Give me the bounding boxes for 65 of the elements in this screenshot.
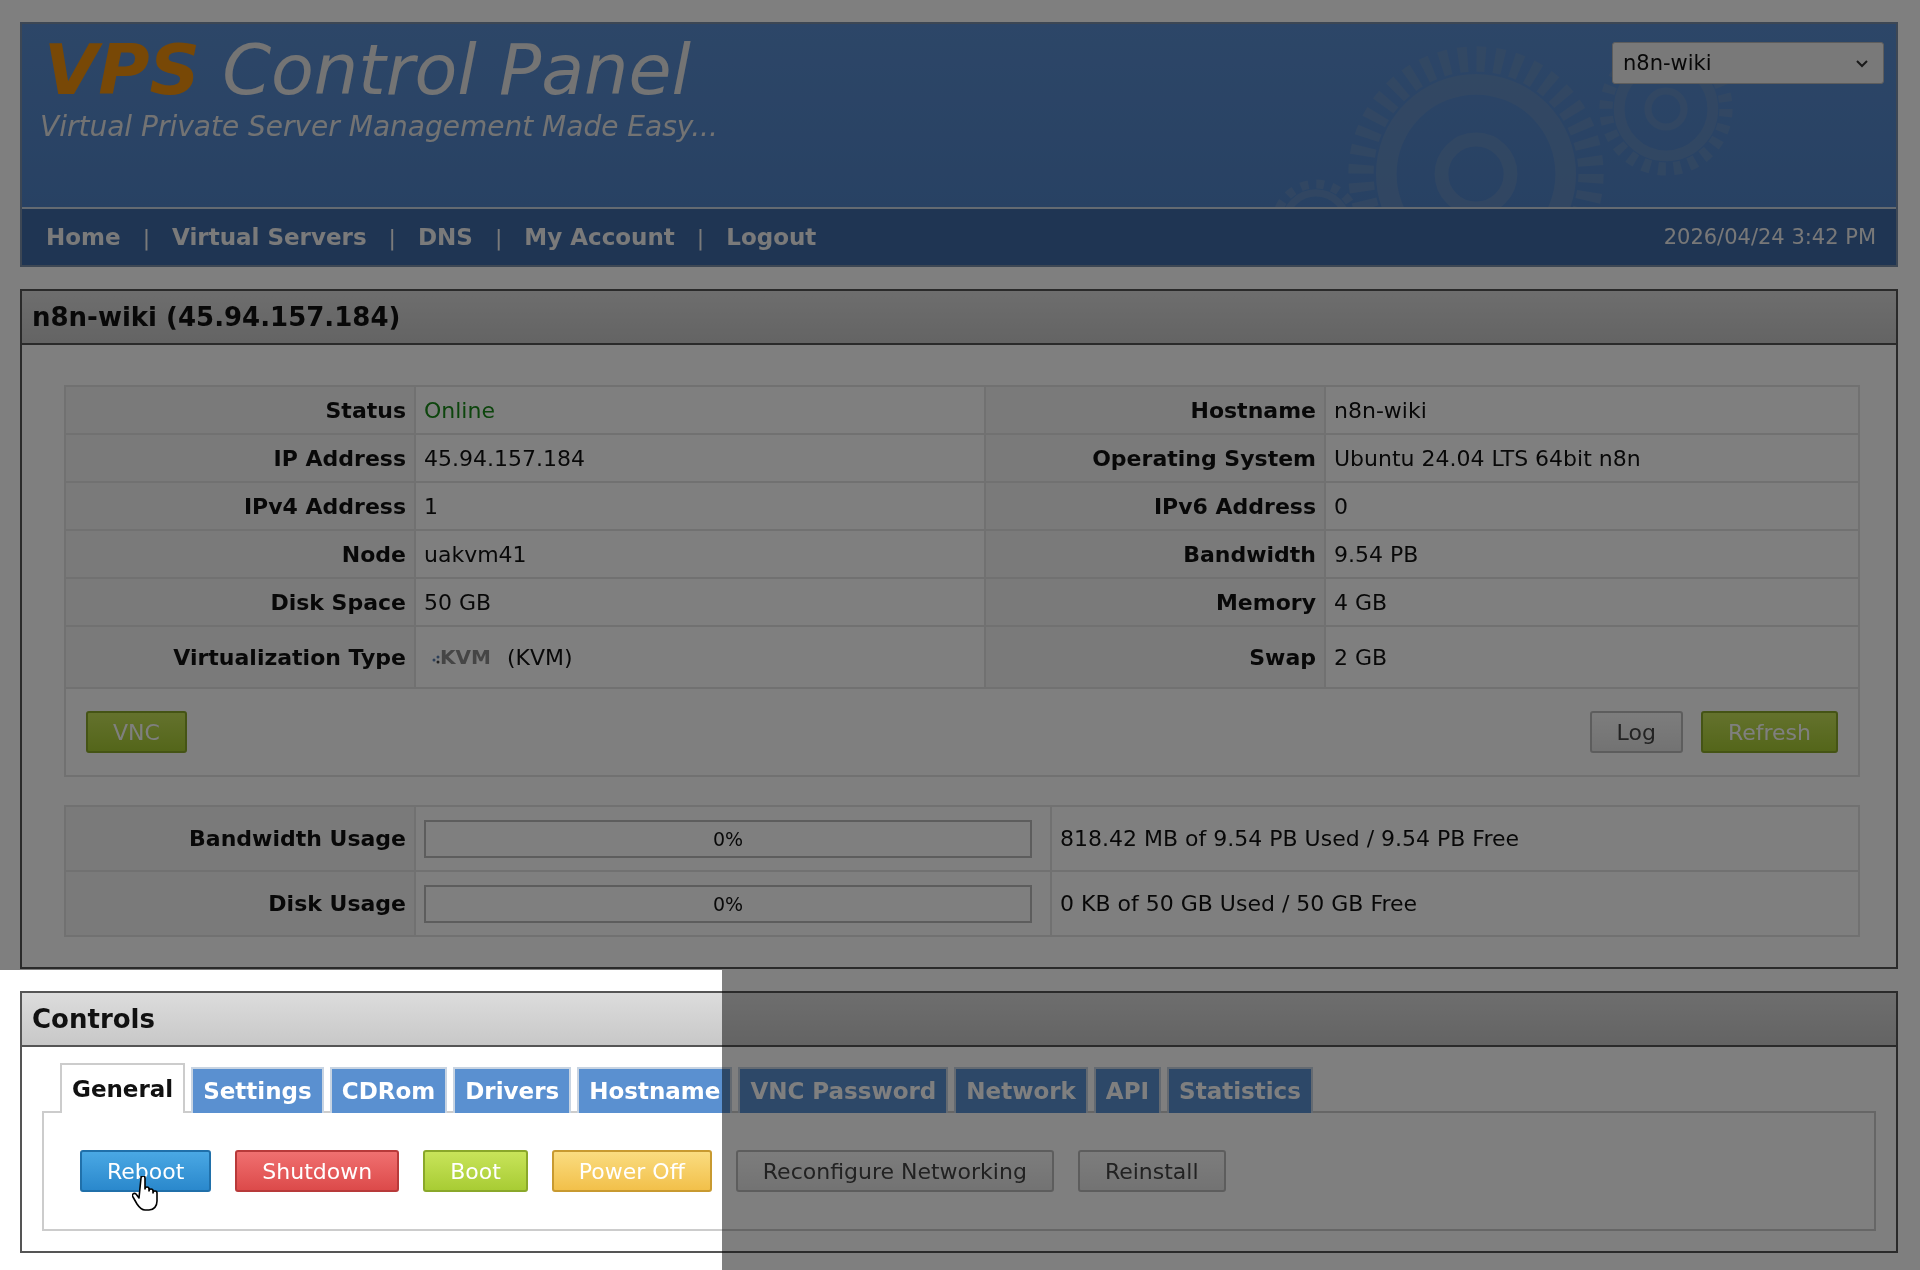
success-button[interactable]: Boot <box>423 1150 528 1192</box>
success-button[interactable]: VNC <box>86 711 187 753</box>
field-label: IPv6 Address <box>1153 493 1316 519</box>
panel-title: Controls <box>22 993 1896 1047</box>
nav-separator: | <box>696 224 705 250</box>
field-label: Swap <box>1249 644 1316 670</box>
site-tagline: Virtual Private Server Management Made Easy... <box>40 109 718 143</box>
nav-link[interactable]: Home <box>46 224 121 250</box>
tab[interactable]: Statistics <box>1167 1067 1313 1113</box>
tab[interactable]: API <box>1093 1067 1162 1113</box>
progress-percent: 0% <box>712 827 744 850</box>
nav-separator: | <box>494 224 503 250</box>
site-logo: VPS Control Panel <box>44 34 691 108</box>
tab[interactable]: Drivers <box>453 1067 572 1113</box>
nav-link[interactable]: My Account <box>524 224 675 250</box>
cell-value: 4 GB <box>1334 589 1388 615</box>
field-label: Disk Usage <box>268 891 406 916</box>
cell-value: (KVM) <box>506 644 573 670</box>
cell-value: uakvm41 <box>424 541 527 567</box>
primary-button[interactable]: Reboot <box>80 1150 212 1192</box>
chevron-down-icon <box>1855 58 1869 68</box>
panel-title: n8n-wiki (45.94.157.184) <box>22 291 1896 345</box>
field-label: Bandwidth Usage <box>189 826 406 851</box>
field-label: Operating System <box>1092 445 1316 471</box>
cell-value: 1 <box>424 493 438 519</box>
warning-button[interactable]: Power Off <box>551 1150 712 1192</box>
nav-separator: | <box>388 224 396 250</box>
field-label: Bandwidth <box>1183 541 1316 567</box>
tab[interactable]: VNC Password <box>738 1067 949 1113</box>
nav-link[interactable]: Virtual Servers <box>172 224 367 250</box>
server-select[interactable]: n8n-wiki <box>1612 42 1884 84</box>
nav-separator: | <box>142 224 151 250</box>
usage-detail: 0 KB of 50 GB Used / 50 GB Free <box>1060 891 1418 916</box>
tab[interactable]: Network <box>954 1067 1088 1113</box>
field-label: Virtualization Type <box>173 644 406 670</box>
field-label: IP Address <box>273 445 406 471</box>
field-label: Memory <box>1215 589 1316 615</box>
cell-value: 0 <box>1334 493 1348 519</box>
button[interactable]: Reconfigure Networking <box>735 1150 1054 1192</box>
field-label: Disk Space <box>270 589 406 615</box>
date-time: 2026/04/24 3:42 PM <box>1663 225 1876 249</box>
tab[interactable]: CDRom <box>329 1067 448 1113</box>
field-label: IPv4 Address <box>243 493 406 519</box>
cell-value: 45.94.157.184 <box>424 445 585 471</box>
kvm-logo: KVM <box>432 645 491 669</box>
cell-value: 50 GB <box>424 589 492 615</box>
cell-value: 9.54 PB <box>1334 541 1419 567</box>
cell-value: 2 GB <box>1334 644 1388 670</box>
progress-percent: 0% <box>712 892 744 915</box>
cell-value: Ubuntu 24.04 LTS 64bit n8n <box>1334 445 1641 471</box>
cell-value: n8n-wiki <box>1334 397 1427 423</box>
field-label: Hostname <box>1190 397 1316 423</box>
tab[interactable]: Hostname <box>577 1067 733 1113</box>
tab[interactable]: General <box>60 1063 186 1113</box>
field-label: Node <box>341 541 406 567</box>
field-label: Status <box>325 397 406 423</box>
success-button[interactable]: Refresh <box>1700 711 1838 753</box>
danger-button[interactable]: Shutdown <box>235 1150 400 1192</box>
status-text: Online <box>424 397 495 423</box>
button[interactable]: Reinstall <box>1077 1150 1226 1192</box>
nav-link[interactable]: DNS <box>418 224 473 250</box>
button[interactable]: Log <box>1589 711 1683 753</box>
usage-detail: 818.42 MB of 9.54 PB Used / 9.54 PB Free <box>1060 826 1520 851</box>
tab[interactable]: Settings <box>191 1067 324 1113</box>
nav-link[interactable]: Logout <box>726 224 817 250</box>
